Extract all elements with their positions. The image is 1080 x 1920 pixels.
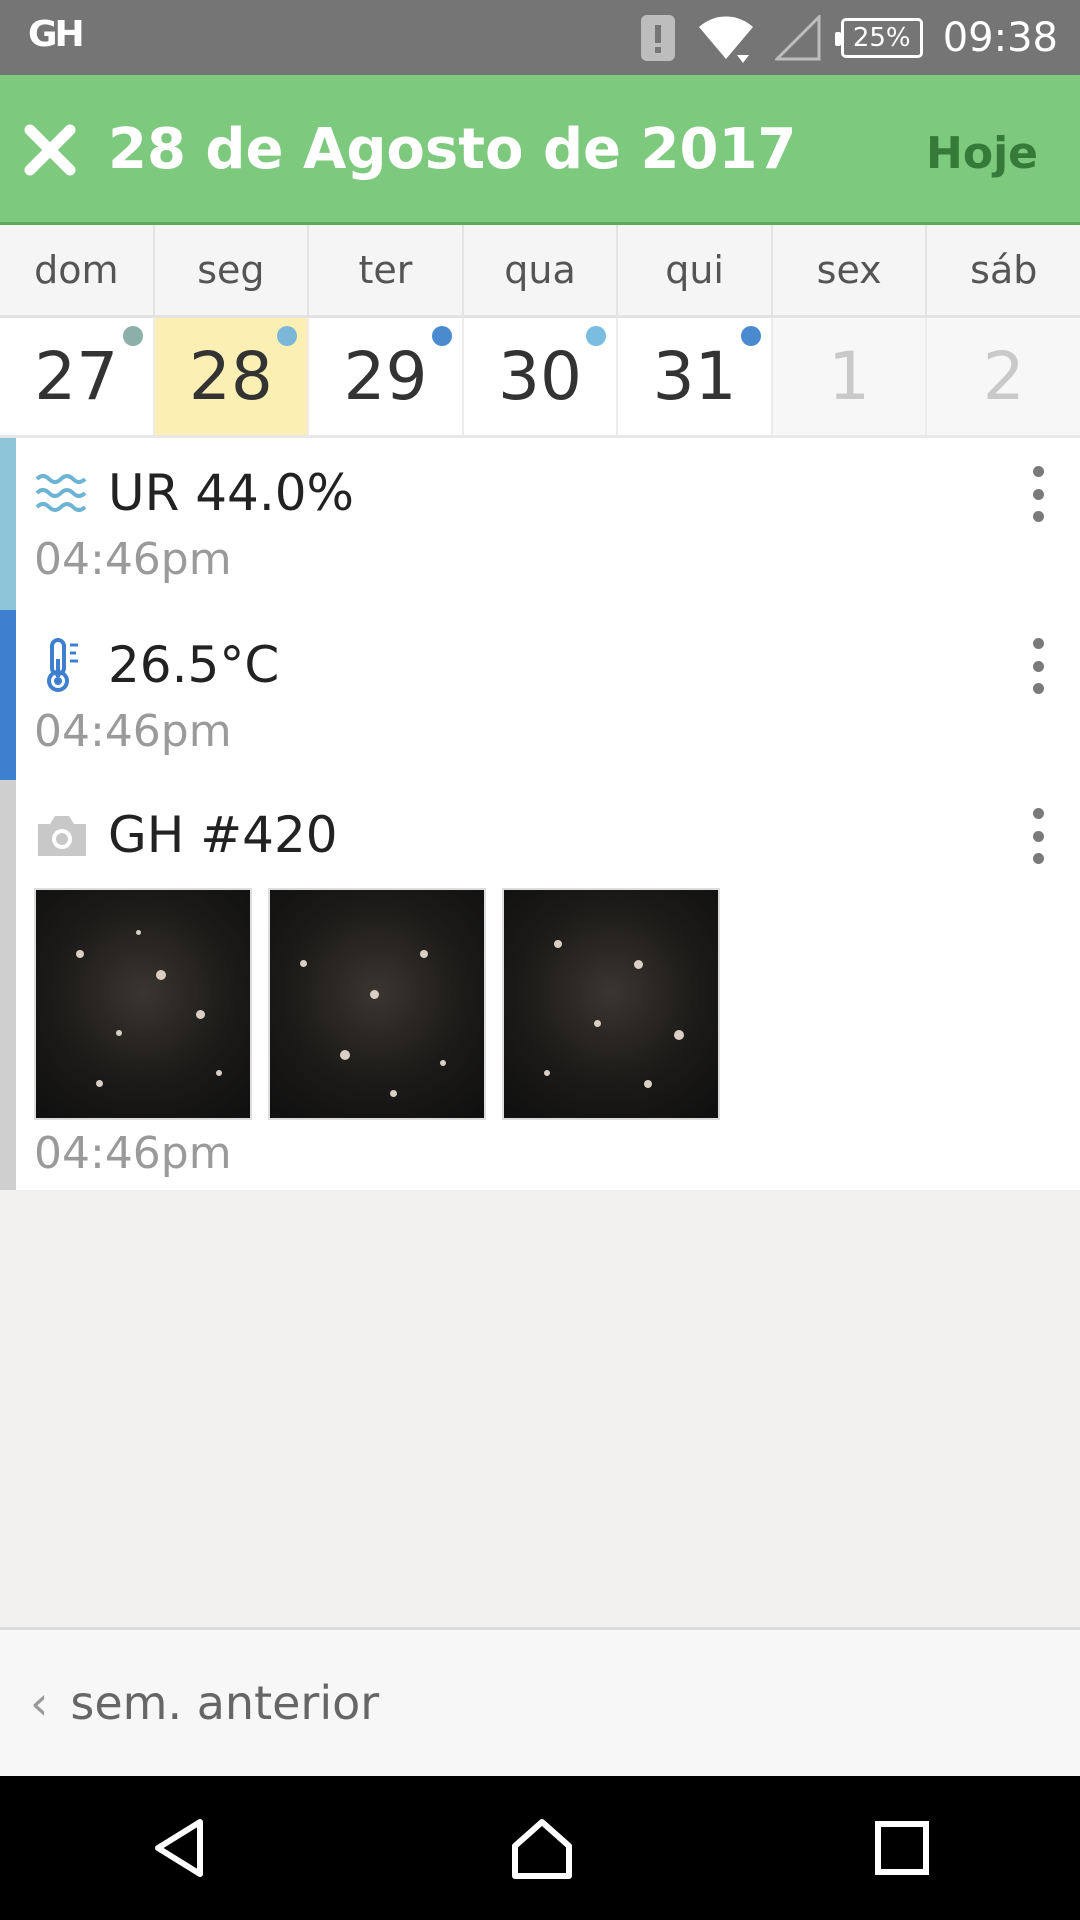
day-number: 27 xyxy=(34,338,119,415)
entry-dot xyxy=(586,326,607,346)
entry-title: GH #420 xyxy=(108,806,338,864)
weekday-label: sáb xyxy=(970,248,1038,292)
day-cell-selected[interactable]: 28 xyxy=(154,318,310,435)
entry-time: 04:46pm xyxy=(34,706,232,757)
weekday-label: dom xyxy=(0,225,155,315)
photo-thumbnail[interactable] xyxy=(34,888,252,1120)
photo-thumbnails xyxy=(34,888,1080,1120)
entry-title: UR 44.0% xyxy=(108,464,355,522)
entry-dot xyxy=(277,326,298,346)
overflow-menu-icon[interactable] xyxy=(1018,638,1058,694)
app-logo-icon: GH xyxy=(28,14,85,55)
status-bar: GH 25% 09:38 xyxy=(0,0,1080,75)
day-cell[interactable]: 1 xyxy=(772,318,928,435)
day-number: 28 xyxy=(188,338,273,415)
battery-icon: 25% xyxy=(834,17,923,58)
previous-week-button[interactable]: ‹ sem. anterior xyxy=(0,1627,1080,1776)
app-bar: 28 de Agosto de 2017 Hoje xyxy=(0,75,1080,225)
home-icon[interactable] xyxy=(509,1816,575,1880)
day-number: 31 xyxy=(652,338,737,415)
close-icon[interactable] xyxy=(22,122,78,178)
photo-entry[interactable]: GH #420 04:46pm xyxy=(0,780,1080,1190)
entry-color-bar xyxy=(0,780,16,1190)
entry-dot xyxy=(740,326,761,346)
recents-icon[interactable] xyxy=(872,1818,932,1878)
entry-time: 04:46pm xyxy=(34,534,232,585)
wifi-icon xyxy=(698,16,753,63)
cell-signal-icon xyxy=(774,14,821,60)
overflow-menu-icon[interactable] xyxy=(1018,808,1058,864)
system-nav-bar xyxy=(0,1776,1080,1920)
photo-thumbnail[interactable] xyxy=(268,888,486,1120)
previous-week-label: sem. anterior xyxy=(70,1676,380,1730)
page-title: 28 de Agosto de 2017 xyxy=(108,117,797,182)
weekday-header: dom seg ter qua qui sex sáb xyxy=(0,225,1080,318)
entry-list: UR 44.0% 04:46pm 26.5°C 04:46pm GH #420 … xyxy=(0,438,1080,1190)
humidity-entry[interactable]: UR 44.0% 04:46pm xyxy=(0,438,1080,610)
weekday-label: qua xyxy=(464,225,619,315)
day-cell[interactable]: 29 xyxy=(309,318,464,435)
day-number: 1 xyxy=(828,338,871,415)
weekday-label: qui xyxy=(618,225,773,315)
entry-title: 26.5°C xyxy=(108,636,280,694)
day-number: 29 xyxy=(343,338,428,415)
weekday-label: sex xyxy=(773,225,928,315)
humidity-icon xyxy=(34,465,90,521)
day-number: 2 xyxy=(982,338,1025,415)
back-icon[interactable] xyxy=(148,1816,212,1880)
chevron-left-icon: ‹ xyxy=(30,1676,49,1730)
overflow-menu-icon[interactable] xyxy=(1018,466,1058,522)
entry-color-bar xyxy=(0,610,16,780)
entry-color-bar xyxy=(0,438,16,610)
clock: 09:38 xyxy=(942,14,1058,61)
status-icons: 25% 09:38 xyxy=(639,0,1058,75)
day-cell[interactable]: 30 xyxy=(463,318,619,435)
entry-time: 04:46pm xyxy=(34,1128,232,1179)
week-days: 27 28 29 30 31 1 2 xyxy=(0,318,1080,438)
camera-icon xyxy=(34,807,90,863)
entry-dot xyxy=(122,326,143,346)
thermometer-icon xyxy=(34,637,90,693)
entry-dot xyxy=(431,326,452,346)
alert-icon xyxy=(640,14,675,61)
weekday-label: seg xyxy=(155,225,310,315)
day-cell[interactable]: 27 xyxy=(0,318,155,435)
day-cell[interactable]: 31 xyxy=(618,318,773,435)
day-cell[interactable]: 2 xyxy=(927,318,1080,435)
temperature-entry[interactable]: 26.5°C 04:46pm xyxy=(0,610,1080,780)
today-button[interactable]: Hoje xyxy=(926,128,1038,179)
weekday-label: ter xyxy=(309,225,464,315)
photo-thumbnail[interactable] xyxy=(502,888,720,1120)
day-number: 30 xyxy=(498,338,583,415)
